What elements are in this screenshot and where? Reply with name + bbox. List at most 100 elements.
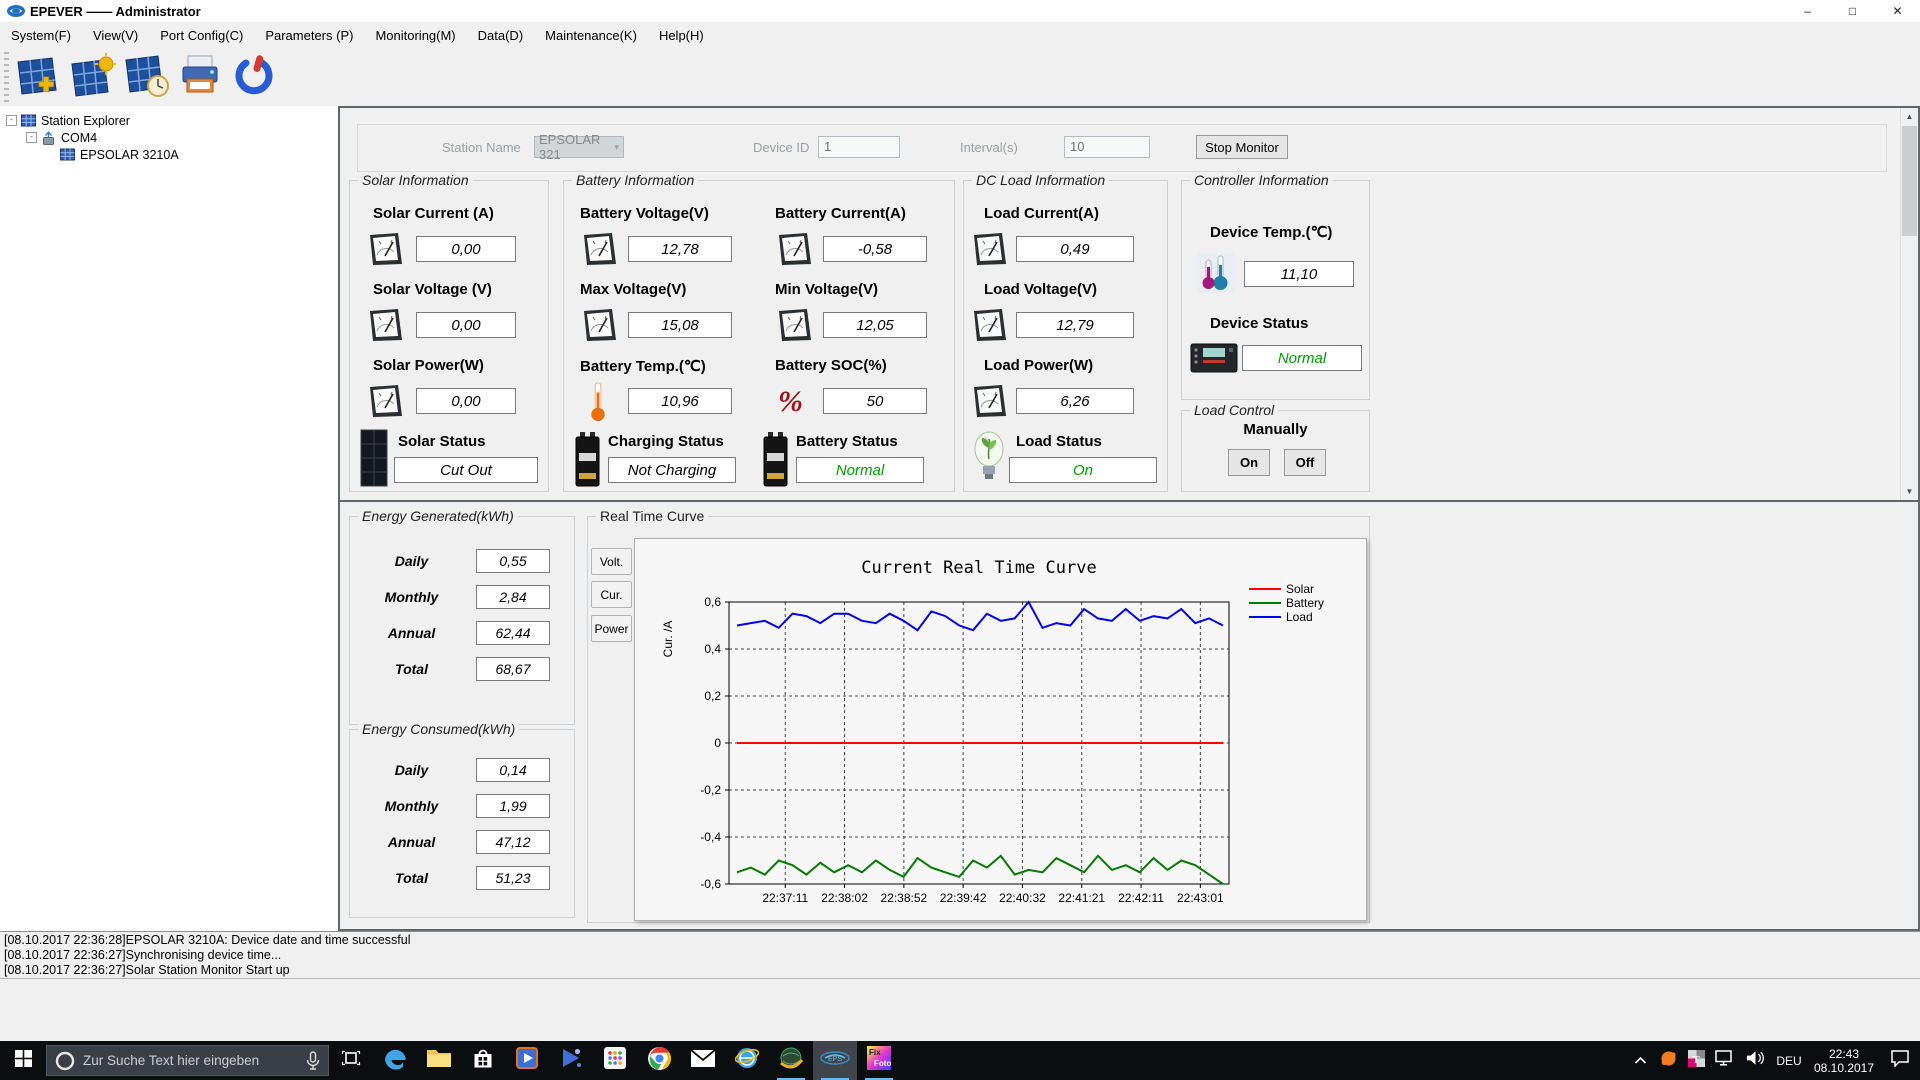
- minimize-button[interactable]: –: [1785, 0, 1830, 22]
- station-name-value: EPSOLAR 321: [539, 132, 601, 162]
- menu-monitoring[interactable]: Monitoring(M): [364, 22, 466, 48]
- vertical-scrollbar[interactable]: ▲ ▼: [1900, 108, 1918, 500]
- log-line: [08.10.2017 22:36:28]EPSOLAR 3210A: Devi…: [4, 933, 411, 947]
- clock[interactable]: 22:43 08.10.2017: [1808, 1041, 1880, 1080]
- tab-cur[interactable]: Cur.: [591, 581, 632, 608]
- meter-icon: [368, 383, 404, 419]
- interval-input[interactable]: 10: [1064, 136, 1150, 158]
- exit-button[interactable]: [229, 52, 279, 102]
- search-input[interactable]: Zur Suche Text hier eingeben: [46, 1045, 329, 1076]
- min-voltage-label: Min Voltage(V): [775, 281, 879, 298]
- fixfoto-taskbar-button[interactable]: Fix Foto: [857, 1041, 901, 1080]
- add-station-icon: [14, 52, 62, 103]
- device-id-label: Device ID: [753, 140, 810, 155]
- tree-item-station-explorer[interactable]: - Station Explorer: [6, 112, 130, 129]
- menu-maintenance[interactable]: Maintenance(K): [534, 22, 648, 48]
- battery-soc-value: 50: [823, 388, 927, 414]
- power-icon: [231, 53, 277, 102]
- task-view-button[interactable]: [329, 1041, 373, 1080]
- load-off-button[interactable]: Off: [1284, 449, 1326, 476]
- svg-text:Solar: Solar: [1286, 582, 1314, 596]
- manually-label: Manually: [1243, 421, 1308, 438]
- telekom-tray-button[interactable]: T: [1682, 1041, 1710, 1080]
- media-play-taskbar-button[interactable]: [549, 1041, 593, 1080]
- svg-text:0,4: 0,4: [704, 642, 721, 656]
- action-center-button[interactable]: [1880, 1041, 1920, 1080]
- svg-text:22:38:02: 22:38:02: [821, 891, 868, 905]
- network-tray-button[interactable]: [1710, 1041, 1740, 1080]
- menu-port-config[interactable]: Port Config(C): [149, 22, 254, 48]
- tree-label: Station Explorer: [41, 113, 130, 128]
- tab-volt[interactable]: Volt.: [591, 548, 632, 575]
- monthly-label: Monthly: [384, 798, 439, 814]
- load-voltage-value: 12,79: [1016, 312, 1134, 338]
- battery-current-label: Battery Current(A): [775, 205, 906, 222]
- menu-view[interactable]: View(V): [82, 22, 149, 48]
- tree-item-com4[interactable]: - COM4: [26, 129, 97, 146]
- monthly-value: 1,99: [476, 794, 550, 818]
- station-name-select[interactable]: EPSOLAR 321 ▾: [534, 132, 624, 162]
- svg-text:22:42:11: 22:42:11: [1118, 891, 1164, 905]
- svg-text:T: T: [1692, 1054, 1700, 1066]
- scroll-down-icon[interactable]: ▼: [1901, 483, 1918, 500]
- svg-text:22:41:21: 22:41:21: [1058, 891, 1105, 905]
- start-button[interactable]: [0, 1041, 46, 1080]
- tree-item-epsolar-3210a[interactable]: EPSOLAR 3210A: [60, 146, 179, 163]
- load-current-label: Load Current(A): [984, 205, 1099, 222]
- solar-status-value: Cut Out: [394, 457, 538, 483]
- store-taskbar-button[interactable]: [461, 1041, 505, 1080]
- svg-text:EPS: EPS: [828, 1056, 842, 1063]
- app-grid-taskbar-button[interactable]: [593, 1041, 637, 1080]
- scroll-up-icon[interactable]: ▲: [1901, 108, 1918, 125]
- stop-monitor-button[interactable]: Stop Monitor: [1196, 135, 1288, 159]
- task-view-icon: [341, 1050, 361, 1071]
- station-schedule-button[interactable]: [121, 52, 171, 102]
- max-voltage-label: Max Voltage(V): [580, 281, 687, 298]
- tree-label: COM4: [61, 130, 98, 145]
- mail-taskbar-button[interactable]: [681, 1041, 725, 1080]
- edge-taskbar-button[interactable]: [373, 1041, 417, 1080]
- meter-icon: [368, 231, 404, 267]
- taskbar: Zur Suche Text hier eingeben EPS Fix Foto…: [0, 1041, 1920, 1080]
- monitor-content: Station Name EPSOLAR 321 ▾ Device ID 1 I…: [338, 106, 1920, 931]
- energy-consumed-title: Energy Consumed(kWh): [358, 721, 520, 737]
- scrollbar-thumb[interactable]: [1902, 126, 1917, 236]
- tray-expand-button[interactable]: [1626, 1041, 1654, 1080]
- tab-power[interactable]: Power: [591, 615, 632, 642]
- print-button[interactable]: [175, 52, 225, 102]
- solar-power-value: 0,00: [416, 388, 516, 414]
- maximize-button[interactable]: □: [1830, 0, 1875, 22]
- solar-information-panel: Solar Information Solar Current (A) 0,00…: [349, 172, 549, 492]
- station-monitor-button[interactable]: [67, 52, 117, 102]
- device-id-input[interactable]: 1: [818, 136, 900, 158]
- internet-explorer-icon: [734, 1045, 760, 1076]
- collapse-icon[interactable]: -: [26, 132, 37, 143]
- battery-voltage-value: 12,78: [628, 236, 732, 262]
- file-explorer-icon: [426, 1048, 452, 1073]
- toolbar-drag-handle[interactable]: [4, 52, 9, 102]
- menu-system[interactable]: System(F): [0, 22, 82, 48]
- menu-help[interactable]: Help(H): [648, 22, 715, 48]
- video-player-taskbar-button[interactable]: [505, 1041, 549, 1080]
- volume-tray-button[interactable]: [1740, 1041, 1770, 1080]
- menu-data[interactable]: Data(D): [467, 22, 535, 48]
- epever-taskbar-button[interactable]: EPS: [813, 1041, 857, 1080]
- chart-panel: 0,6 0,4 0,2 0 -0,2 -0,4 -0,6 22:37:11 22:38:02 22…: [634, 538, 1367, 921]
- solar-voltage-label: Solar Voltage (V): [373, 281, 492, 298]
- language-indicator[interactable]: DEU: [1770, 1041, 1808, 1080]
- add-station-button[interactable]: [13, 52, 63, 102]
- load-voltage-label: Load Voltage(V): [984, 281, 1098, 298]
- close-button[interactable]: ✕: [1875, 0, 1920, 22]
- avast-tray-button[interactable]: [1654, 1041, 1682, 1080]
- menu-parameters[interactable]: Parameters (P): [254, 22, 364, 48]
- log-line: [08.10.2017 22:36:27]Solar Station Monit…: [4, 963, 290, 977]
- internet-explorer-taskbar-button[interactable]: [725, 1041, 769, 1080]
- globe-app-taskbar-button[interactable]: [769, 1041, 813, 1080]
- svg-text:22:37:11: 22:37:11: [762, 891, 808, 905]
- daily-label: Daily: [394, 553, 429, 569]
- svg-text:22:40:32: 22:40:32: [999, 891, 1046, 905]
- file-explorer-taskbar-button[interactable]: [417, 1041, 461, 1080]
- chrome-taskbar-button[interactable]: [637, 1041, 681, 1080]
- load-on-button[interactable]: On: [1228, 449, 1270, 476]
- collapse-icon[interactable]: -: [6, 115, 17, 126]
